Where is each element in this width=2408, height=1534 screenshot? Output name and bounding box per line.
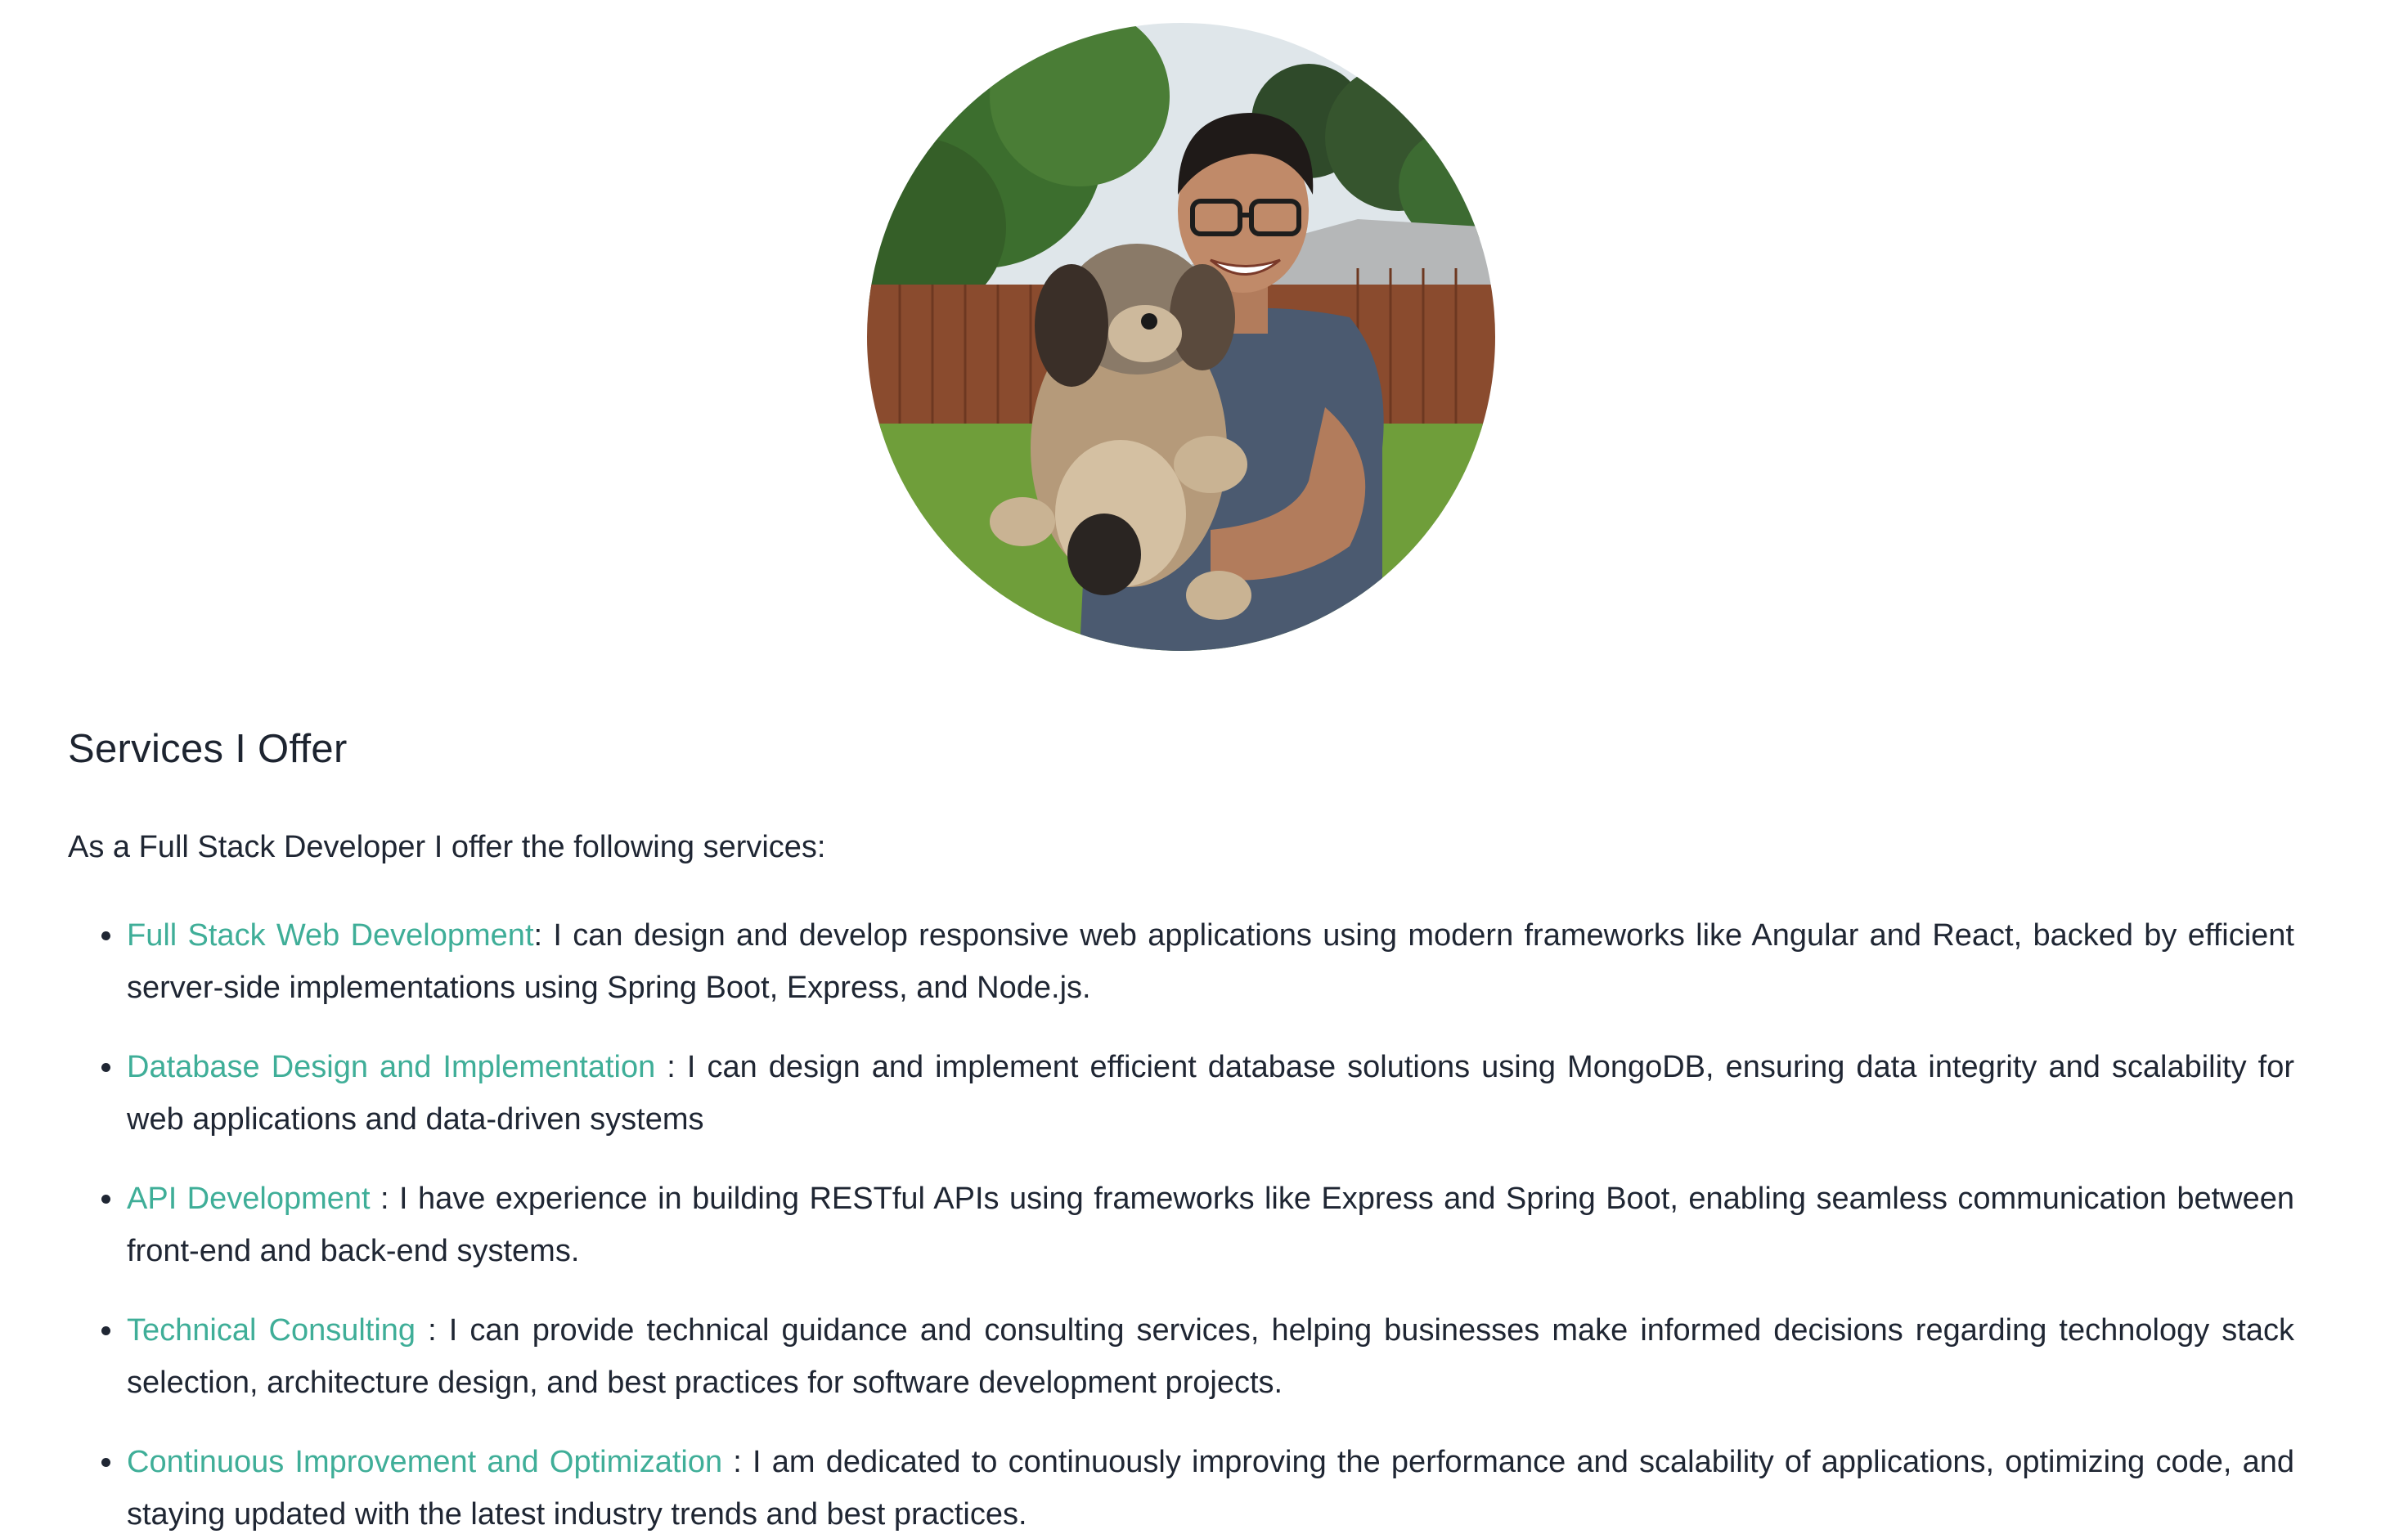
bullet-icon [101,1458,110,1467]
list-item: Full Stack Web Development: I can design… [68,909,2294,1014]
service-description: : I can provide technical guidance and c… [127,1313,2294,1400]
profile-photo [867,23,1495,651]
bullet-icon [101,1326,110,1335]
list-item: Technical Consulting : I can provide tec… [68,1304,2294,1409]
list-item: API Development : I have experience in b… [68,1173,2294,1277]
section-title: Services I Offer [68,727,348,771]
bullet-icon [101,931,110,940]
service-description: : I have experience in building RESTful … [127,1182,2294,1268]
list-item: Continuous Improvement and Optimization … [68,1436,2294,1534]
service-link-full-stack[interactable]: Full Stack Web Development [127,918,534,953]
services-intro: As a Full Stack Developer I offer the fo… [68,830,826,864]
service-link-consulting[interactable]: Technical Consulting [127,1313,416,1348]
list-item: Database Design and Implementation : I c… [68,1041,2294,1146]
service-link-api[interactable]: API Development [127,1182,371,1216]
service-link-optimization[interactable]: Continuous Improvement and Optimization [127,1445,722,1479]
profile-photo-illustration [867,23,1495,651]
bullet-icon [101,1195,110,1204]
services-section: Services I Offer As a Full Stack Develop… [68,720,2294,1534]
services-list: Full Stack Web Development: I can design… [68,909,2294,1534]
service-link-database[interactable]: Database Design and Implementation [127,1050,655,1084]
bullet-icon [101,1063,110,1072]
